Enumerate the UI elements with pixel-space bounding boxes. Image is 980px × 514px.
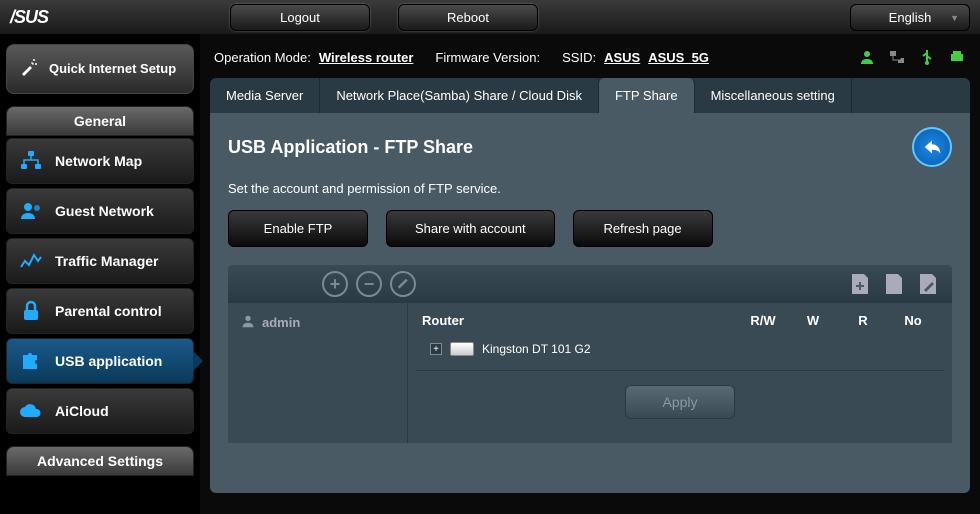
page-title: USB Application - FTP Share <box>228 137 473 158</box>
sidebar-item-parental-control[interactable]: Parental control <box>6 288 194 334</box>
col-router: Router <box>422 313 738 328</box>
puzzle-icon <box>19 349 43 373</box>
printer-status-icon[interactable] <box>948 48 966 66</box>
refresh-button[interactable]: Refresh page <box>573 210 713 247</box>
ssid-label: SSID: <box>562 50 596 65</box>
apply-button[interactable]: Apply <box>625 385 734 419</box>
sidebar-item-guest-network[interactable]: Guest Network <box>6 188 194 234</box>
sidebar-item-label: Network Map <box>55 153 142 169</box>
asus-logo: /SUS <box>10 7 48 28</box>
guest-network-icon <box>19 199 43 223</box>
add-folder-icon[interactable] <box>850 272 870 296</box>
section-general: General <box>6 106 194 136</box>
expand-icon[interactable]: + <box>430 343 442 355</box>
share-account-button[interactable]: Share with account <box>386 210 555 247</box>
sidebar-item-usb-application[interactable]: USB application <box>6 338 194 384</box>
tab-ftp-share[interactable]: FTP Share <box>599 78 695 113</box>
tab-samba-share[interactable]: Network Place(Samba) Share / Cloud Disk <box>320 78 599 113</box>
page-description: Set the account and permission of FTP se… <box>228 181 952 196</box>
device-name: Kingston DT 101 G2 <box>482 342 591 356</box>
logout-button[interactable]: Logout <box>230 4 370 31</box>
device-row[interactable]: + Kingston DT 101 G2 <box>416 338 944 371</box>
sidebar-item-label: Guest Network <box>55 203 154 219</box>
enable-ftp-button[interactable]: Enable FTP <box>228 210 368 247</box>
ssid-1[interactable]: ASUS <box>604 50 640 65</box>
network-map-icon <box>19 149 43 173</box>
sidebar-item-traffic-manager[interactable]: Traffic Manager <box>6 238 194 284</box>
sidebar-item-aicloud[interactable]: AiCloud <box>6 388 194 434</box>
traffic-manager-icon <box>19 249 43 273</box>
language-dropdown[interactable]: English <box>850 4 970 31</box>
sidebar-item-label: Traffic Manager <box>55 253 158 269</box>
col-r: R <box>838 313 888 328</box>
lock-icon <box>19 299 43 323</box>
section-advanced: Advanced Settings <box>6 446 194 476</box>
back-button[interactable] <box>912 127 952 167</box>
col-no: No <box>888 313 938 328</box>
quick-setup-label: Quick Internet Setup <box>49 61 176 77</box>
network-status-icon[interactable] <box>888 48 906 66</box>
add-user-icon[interactable]: + <box>322 271 348 297</box>
tab-media-server[interactable]: Media Server <box>210 78 320 113</box>
sidebar-item-label: USB application <box>55 353 162 369</box>
sidebar-item-network-map[interactable]: Network Map <box>6 138 194 184</box>
fw-label: Firmware Version: <box>435 50 540 65</box>
rename-folder-icon[interactable] <box>918 272 938 296</box>
ssid-2[interactable]: ASUS_5G <box>648 50 709 65</box>
col-rw: R/W <box>738 313 788 328</box>
edit-user-icon[interactable] <box>390 271 416 297</box>
sidebar-item-label: Parental control <box>55 303 162 319</box>
drive-icon <box>450 342 474 356</box>
wand-icon <box>15 57 39 81</box>
op-mode-value[interactable]: Wireless router <box>319 50 414 65</box>
tab-misc-setting[interactable]: Miscellaneous setting <box>695 78 852 113</box>
quick-internet-setup-button[interactable]: Quick Internet Setup <box>6 44 194 94</box>
usb-status-icon[interactable] <box>918 48 936 66</box>
cloud-icon <box>19 399 43 423</box>
delete-folder-icon[interactable] <box>884 272 904 296</box>
sidebar-item-label: AiCloud <box>55 403 109 419</box>
user-name[interactable]: admin <box>262 315 300 330</box>
op-mode-label: Operation Mode: <box>214 50 311 65</box>
reboot-button[interactable]: Reboot <box>398 4 538 31</box>
user-status-icon[interactable] <box>858 48 876 66</box>
remove-user-icon[interactable]: − <box>356 271 382 297</box>
col-w: W <box>788 313 838 328</box>
user-icon <box>240 313 256 332</box>
